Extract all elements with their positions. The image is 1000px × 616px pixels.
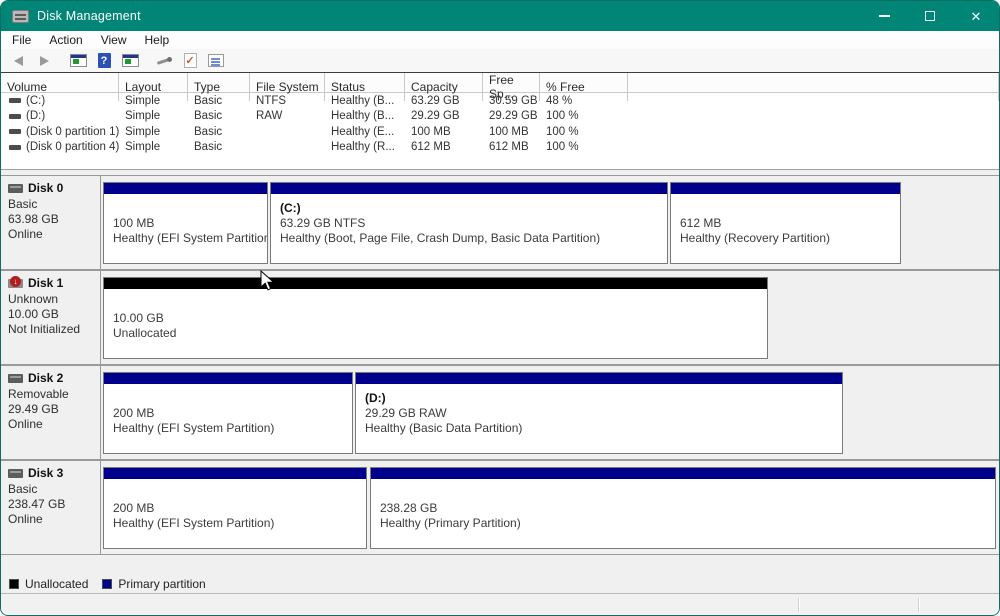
disk-0-row: Disk 0 Basic 63.98 GB Online 100 MB Heal… xyxy=(1,175,999,270)
disk3-primary-partition[interactable]: 238.28 GB Healthy (Primary Partition) xyxy=(370,467,996,549)
primary-partition-legend-label: Primary partition xyxy=(118,577,205,591)
menu-help[interactable]: Help xyxy=(136,31,179,49)
disk-3-row: Disk 3 Basic 238.47 GB Online 200 MB Hea… xyxy=(1,460,999,555)
close-button[interactable]: ✕ xyxy=(953,1,999,31)
toolbar: ? ✓ xyxy=(1,49,999,72)
status-bar xyxy=(1,593,999,615)
forward-icon[interactable] xyxy=(33,51,55,70)
maximize-icon xyxy=(925,11,935,21)
disk-1-row: Disk 1 Unknown 10.00 GB Not Initialized … xyxy=(1,270,999,365)
disk-icon xyxy=(8,374,23,383)
action-pane-window-icon[interactable] xyxy=(119,51,141,70)
disk-icon xyxy=(8,469,23,478)
volume-icon xyxy=(9,145,21,150)
disk-0-label[interactable]: Disk 0 Basic 63.98 GB Online xyxy=(1,176,101,269)
volume-list: Volume Layout Type File System Status Ca… xyxy=(1,73,999,170)
disk0-recovery-partition[interactable]: 612 MB Healthy (Recovery Partition) xyxy=(670,182,901,264)
task-check-icon[interactable]: ✓ xyxy=(179,51,201,70)
back-icon[interactable] xyxy=(7,51,29,70)
disk0-c-partition[interactable]: (C:) 63.29 GB NTFS Healthy (Boot, Page F… xyxy=(270,182,668,264)
partition-color-bar xyxy=(104,278,767,291)
unallocated-legend-label: Unallocated xyxy=(25,577,88,591)
legend-bar: Unallocated Primary partition xyxy=(1,575,999,593)
disk-icon xyxy=(8,184,23,193)
volume-row-disk0-part1[interactable]: (Disk 0 partition 1) Simple Basic Health… xyxy=(1,124,999,140)
maximize-button[interactable] xyxy=(907,1,953,31)
disk2-d-partition[interactable]: (D:) 29.29 GB RAW Healthy (Basic Data Pa… xyxy=(355,372,843,454)
menu-action[interactable]: Action xyxy=(40,31,91,49)
primary-partition-legend-swatch xyxy=(102,579,112,589)
disk-3-label[interactable]: Disk 3 Basic 238.47 GB Online xyxy=(1,461,101,554)
volume-row-disk0-part4[interactable]: (Disk 0 partition 4) Simple Basic Health… xyxy=(1,140,999,156)
window-title: Disk Management xyxy=(37,9,141,23)
partition-color-bar xyxy=(104,183,267,196)
disk-2-label[interactable]: Disk 2 Removable 29.49 GB Online xyxy=(1,366,101,459)
app-icon xyxy=(12,10,29,23)
partition-color-bar xyxy=(371,468,995,481)
disk2-efi-partition[interactable]: 200 MB Healthy (EFI System Partition) xyxy=(103,372,353,454)
partition-color-bar xyxy=(356,373,842,386)
disk-management-window: Disk Management ✕ File Action View Help … xyxy=(0,0,1000,616)
menu-file[interactable]: File xyxy=(1,31,40,49)
partition-color-bar xyxy=(104,468,366,481)
col-empty xyxy=(628,73,999,101)
title-bar: Disk Management ✕ xyxy=(1,1,999,31)
disk0-efi-partition[interactable]: 100 MB Healthy (EFI System Partition) xyxy=(103,182,268,264)
minimize-button[interactable] xyxy=(861,1,907,31)
partition-color-bar xyxy=(671,183,900,196)
statusbar-divider xyxy=(918,598,920,612)
volume-row-d[interactable]: (D:) Simple Basic RAW Healthy (B... 29.2… xyxy=(1,109,999,125)
disk-tools-icon[interactable] xyxy=(153,51,175,70)
statusbar-divider xyxy=(798,598,800,612)
partition-color-bar xyxy=(271,183,667,196)
disk-1-label[interactable]: Disk 1 Unknown 10.00 GB Not Initialized xyxy=(1,271,101,364)
disk-2-band: 200 MB Healthy (EFI System Partition) (D… xyxy=(101,366,999,459)
console-tree-window-icon[interactable] xyxy=(67,51,89,70)
volume-icon xyxy=(9,114,21,119)
volume-icon xyxy=(9,98,21,103)
unallocated-legend-swatch xyxy=(9,579,19,589)
volume-list-header: Volume Layout Type File System Status Ca… xyxy=(1,73,999,93)
close-icon: ✕ xyxy=(971,10,982,23)
menu-view[interactable]: View xyxy=(92,31,136,49)
disk-0-band: 100 MB Healthy (EFI System Partition) (C… xyxy=(101,176,999,269)
disk-error-icon xyxy=(8,279,23,288)
volume-icon xyxy=(9,129,21,134)
minimize-icon xyxy=(879,15,890,17)
console-content: Volume Layout Type File System Status Ca… xyxy=(1,72,999,593)
graphical-view: Disk 0 Basic 63.98 GB Online 100 MB Heal… xyxy=(1,170,999,575)
menu-bar: File Action View Help xyxy=(1,31,999,49)
disk-3-band: 200 MB Healthy (EFI System Partition) 23… xyxy=(101,461,999,554)
partition-color-bar xyxy=(104,373,352,386)
disk3-efi-partition[interactable]: 200 MB Healthy (EFI System Partition) xyxy=(103,467,367,549)
disk1-unallocated-space[interactable]: 10.00 GB Unallocated xyxy=(103,277,768,359)
disk-2-row: Disk 2 Removable 29.49 GB Online 200 MB … xyxy=(1,365,999,460)
disk-1-band: 10.00 GB Unallocated xyxy=(101,271,999,364)
properties-list-icon[interactable] xyxy=(205,51,227,70)
help-icon[interactable]: ? xyxy=(93,51,115,70)
